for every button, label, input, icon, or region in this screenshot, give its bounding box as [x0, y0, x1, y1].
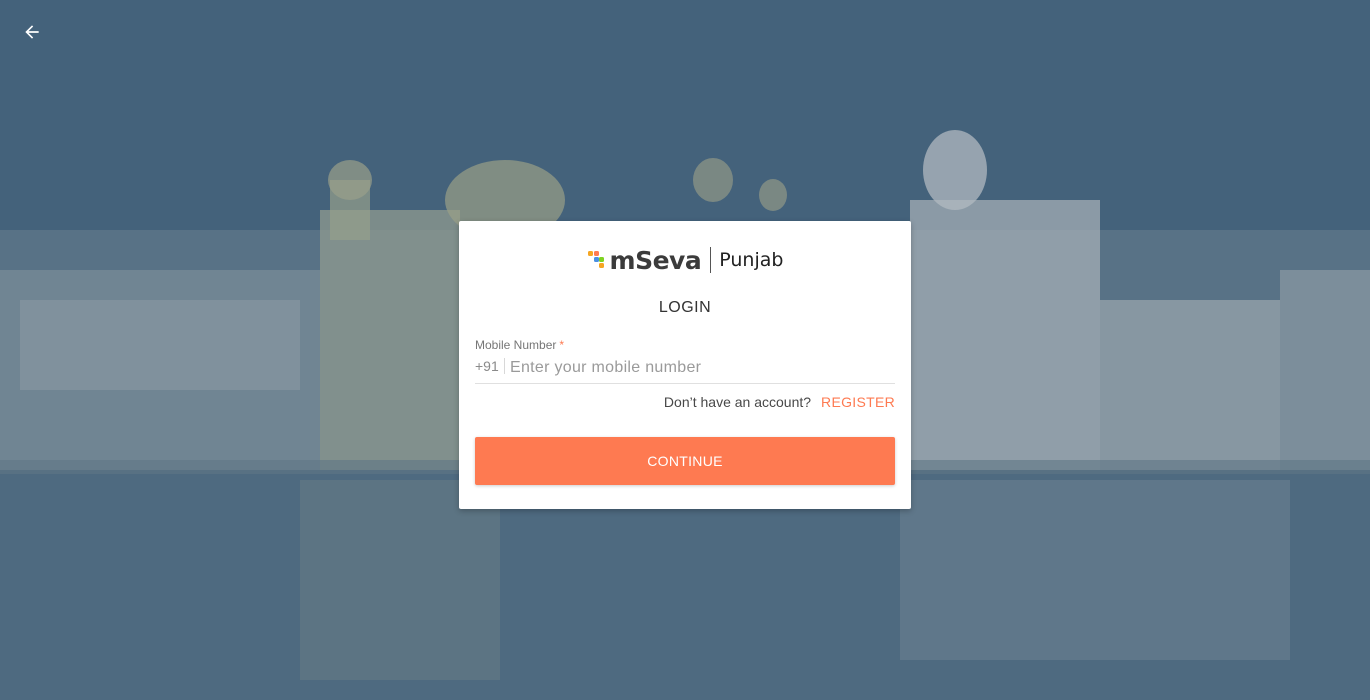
- login-card: mSeva Punjab LOGIN Mobile Number* +91 Do…: [459, 221, 911, 509]
- page-title: LOGIN: [658, 299, 712, 316]
- mseva-logo-icon: [587, 251, 604, 268]
- mobile-number-label-text: Mobile Number: [475, 338, 557, 352]
- required-mark: *: [559, 338, 565, 352]
- arrow-left-icon: [25, 25, 39, 39]
- country-code-prefix: +91: [475, 358, 505, 374]
- register-link[interactable]: REGISTER: [821, 394, 895, 410]
- login-page: mSeva Punjab LOGIN Mobile Number* +91 Do…: [0, 0, 1370, 700]
- logo-divider: [710, 247, 712, 273]
- mobile-number-field: +91: [475, 355, 895, 384]
- city-name: Punjab: [719, 249, 784, 271]
- continue-button[interactable]: CONTINUE: [475, 437, 895, 485]
- account-prompt-text: Don’t have an account?: [663, 394, 812, 410]
- back-button[interactable]: [16, 16, 48, 48]
- brand-name: mSeva: [609, 245, 702, 275]
- logo: mSeva Punjab: [459, 245, 911, 275]
- register-prompt: Don’t have an account? REGISTER: [664, 394, 895, 410]
- mobile-number-label: Mobile Number *: [475, 338, 564, 352]
- mobile-number-input[interactable]: [510, 355, 890, 381]
